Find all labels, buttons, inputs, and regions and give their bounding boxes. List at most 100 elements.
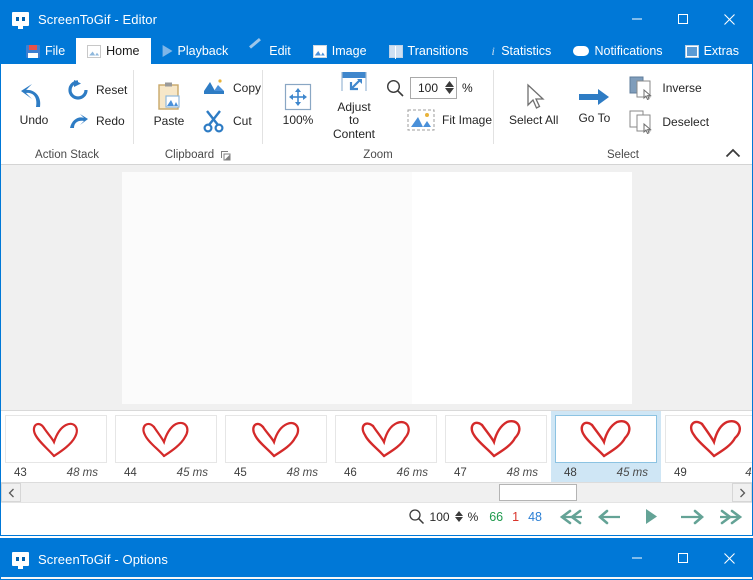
- frame-number: 47: [454, 466, 467, 479]
- copy-button[interactable]: Copy: [196, 74, 267, 102]
- cursor-arrow-icon: [527, 83, 545, 110]
- list-item[interactable]: 46 46 ms: [331, 411, 441, 482]
- magnifier-icon[interactable]: [385, 78, 405, 98]
- current-frame-index: 48: [528, 509, 542, 524]
- frame-thumbnail: [115, 415, 217, 463]
- list-item[interactable]: 47 48 ms: [441, 411, 551, 482]
- previous-frame-button[interactable]: [596, 506, 626, 528]
- frame-counters: 66 1 48: [485, 510, 552, 524]
- adjust-to-content-button[interactable]: Adjust to Content: [327, 67, 381, 143]
- close-icon[interactable]: [706, 539, 752, 577]
- next-frame-button[interactable]: [676, 506, 706, 528]
- spinner-icon[interactable]: [445, 81, 455, 94]
- tab-transitions[interactable]: Transitions: [378, 38, 480, 64]
- list-item[interactable]: 45 48 ms: [221, 411, 331, 482]
- ribbon-group-select: Select All Go To Inverse Deselect Select: [494, 64, 752, 164]
- options-window[interactable]: ScreenToGif - Options: [0, 538, 753, 580]
- first-frame-button[interactable]: [556, 506, 586, 528]
- fit-image-icon: [407, 109, 435, 130]
- tab-image[interactable]: Image: [302, 38, 378, 64]
- tab-statistics[interactable]: i Statistics: [479, 38, 562, 64]
- tab-playback[interactable]: Playback: [151, 38, 240, 64]
- options-window-title: ScreenToGif - Options: [38, 551, 168, 567]
- zoom-100-label: 100%: [282, 113, 314, 128]
- deselect-button[interactable]: Deselect: [623, 107, 715, 137]
- redo-button[interactable]: Redo: [61, 108, 133, 134]
- fit-image-button[interactable]: Fit Image: [385, 106, 498, 134]
- list-item[interactable]: 44 45 ms: [111, 411, 221, 482]
- play-button[interactable]: [636, 506, 666, 528]
- magnifier-icon[interactable]: [408, 508, 425, 525]
- frame-list[interactable]: 43 48 ms 44 45 ms 45 48 ms 46 46 ms 47 4…: [1, 410, 752, 482]
- select-all-button[interactable]: Select All: [502, 80, 565, 129]
- statusbar-zoom-value[interactable]: 100: [430, 510, 450, 524]
- tab-home[interactable]: Home: [76, 38, 151, 64]
- zoom-right-column: 100 % Fit Image: [383, 76, 498, 134]
- scrollbar-thumb[interactable]: [499, 484, 577, 501]
- undo-label: Undo: [19, 113, 49, 128]
- frame-number: 49: [674, 466, 687, 479]
- left-arrow-icon: [598, 509, 620, 524]
- close-icon[interactable]: [706, 0, 752, 38]
- cut-button[interactable]: Cut: [196, 106, 267, 136]
- preview-canvas[interactable]: [1, 165, 752, 410]
- tab-file[interactable]: File: [15, 38, 76, 64]
- play-triangle-icon: [646, 509, 657, 524]
- heart-drawing-icon: [252, 421, 300, 458]
- extras-icon: [684, 44, 699, 58]
- toggle-icon: [573, 46, 590, 56]
- tab-image-label: Image: [331, 44, 367, 58]
- filmstrip-scrollbar[interactable]: [1, 482, 752, 502]
- last-frame-button[interactable]: [716, 506, 746, 528]
- minimize-icon[interactable]: [614, 0, 660, 38]
- options-window-controls: [614, 539, 752, 577]
- inverse-button[interactable]: Inverse: [623, 73, 715, 103]
- list-item[interactable]: 43 48 ms: [1, 411, 111, 482]
- editor-titlebar: ScreenToGif - Editor: [1, 0, 752, 38]
- tab-notifications[interactable]: Notifications: [562, 38, 673, 64]
- spinner-icon[interactable]: [454, 511, 463, 522]
- tab-playback-label: Playback: [177, 44, 229, 58]
- scrollbar-track[interactable]: [21, 483, 732, 502]
- transitions-icon: [388, 44, 403, 59]
- clipboard-dialog-launcher-icon[interactable]: [220, 150, 231, 161]
- list-item-selected[interactable]: 48 45 ms: [551, 411, 661, 482]
- scissors-icon: [203, 110, 224, 133]
- picture-icon: [87, 44, 102, 58]
- reset-button[interactable]: Reset: [61, 76, 133, 104]
- chevron-left-icon[interactable]: [1, 483, 21, 502]
- zoom-100-button[interactable]: 100%: [271, 80, 325, 129]
- statusbar: 100 % 66 1 48: [1, 502, 752, 530]
- tabstrip-right-group: Notifications Extras: [562, 38, 750, 64]
- maximize-icon[interactable]: [660, 0, 706, 38]
- undo-button[interactable]: Undo: [7, 80, 61, 129]
- image-icon: [312, 44, 327, 58]
- clipboard-icon: [158, 82, 180, 110]
- titlebar-left: ScreenToGif - Editor: [1, 12, 157, 29]
- ribbon: Undo Reset Redo Action Stack Paste Copy …: [1, 64, 752, 165]
- frame-shade: [121, 171, 413, 404]
- chevron-right-icon[interactable]: [732, 483, 752, 502]
- select-group-label: Select: [607, 149, 639, 161]
- list-item[interactable]: 49 47: [661, 411, 752, 482]
- ribbon-group-zoom: 100% Adjust to Content 100 % Fit Image Z…: [263, 64, 493, 164]
- frame-number: 45: [234, 466, 247, 479]
- paste-button[interactable]: Paste: [142, 79, 196, 130]
- zoom-input[interactable]: 100: [410, 76, 458, 99]
- zoom-unit-label: %: [462, 80, 473, 95]
- redo-arrow-icon: [70, 114, 88, 128]
- chevron-up-icon[interactable]: [722, 144, 744, 162]
- fit-arrows-icon: [284, 84, 312, 111]
- tab-home-label: Home: [106, 44, 140, 58]
- pencil-icon: [250, 45, 264, 58]
- tab-edit[interactable]: Edit: [239, 38, 302, 64]
- minimize-icon[interactable]: [614, 539, 660, 577]
- maximize-icon[interactable]: [660, 539, 706, 577]
- frame-delay: 45 ms: [176, 466, 208, 479]
- zoom-body: 100% Adjust to Content 100 % Fit Image: [263, 64, 493, 146]
- statusbar-zoom-control[interactable]: 100 %: [401, 508, 486, 525]
- tab-extras[interactable]: Extras: [674, 38, 750, 64]
- go-to-button[interactable]: Go To: [567, 82, 621, 127]
- ribbon-group-clipboard: Paste Copy Cut Clipboard: [134, 64, 262, 164]
- zoom-field-row: 100 %: [385, 76, 473, 99]
